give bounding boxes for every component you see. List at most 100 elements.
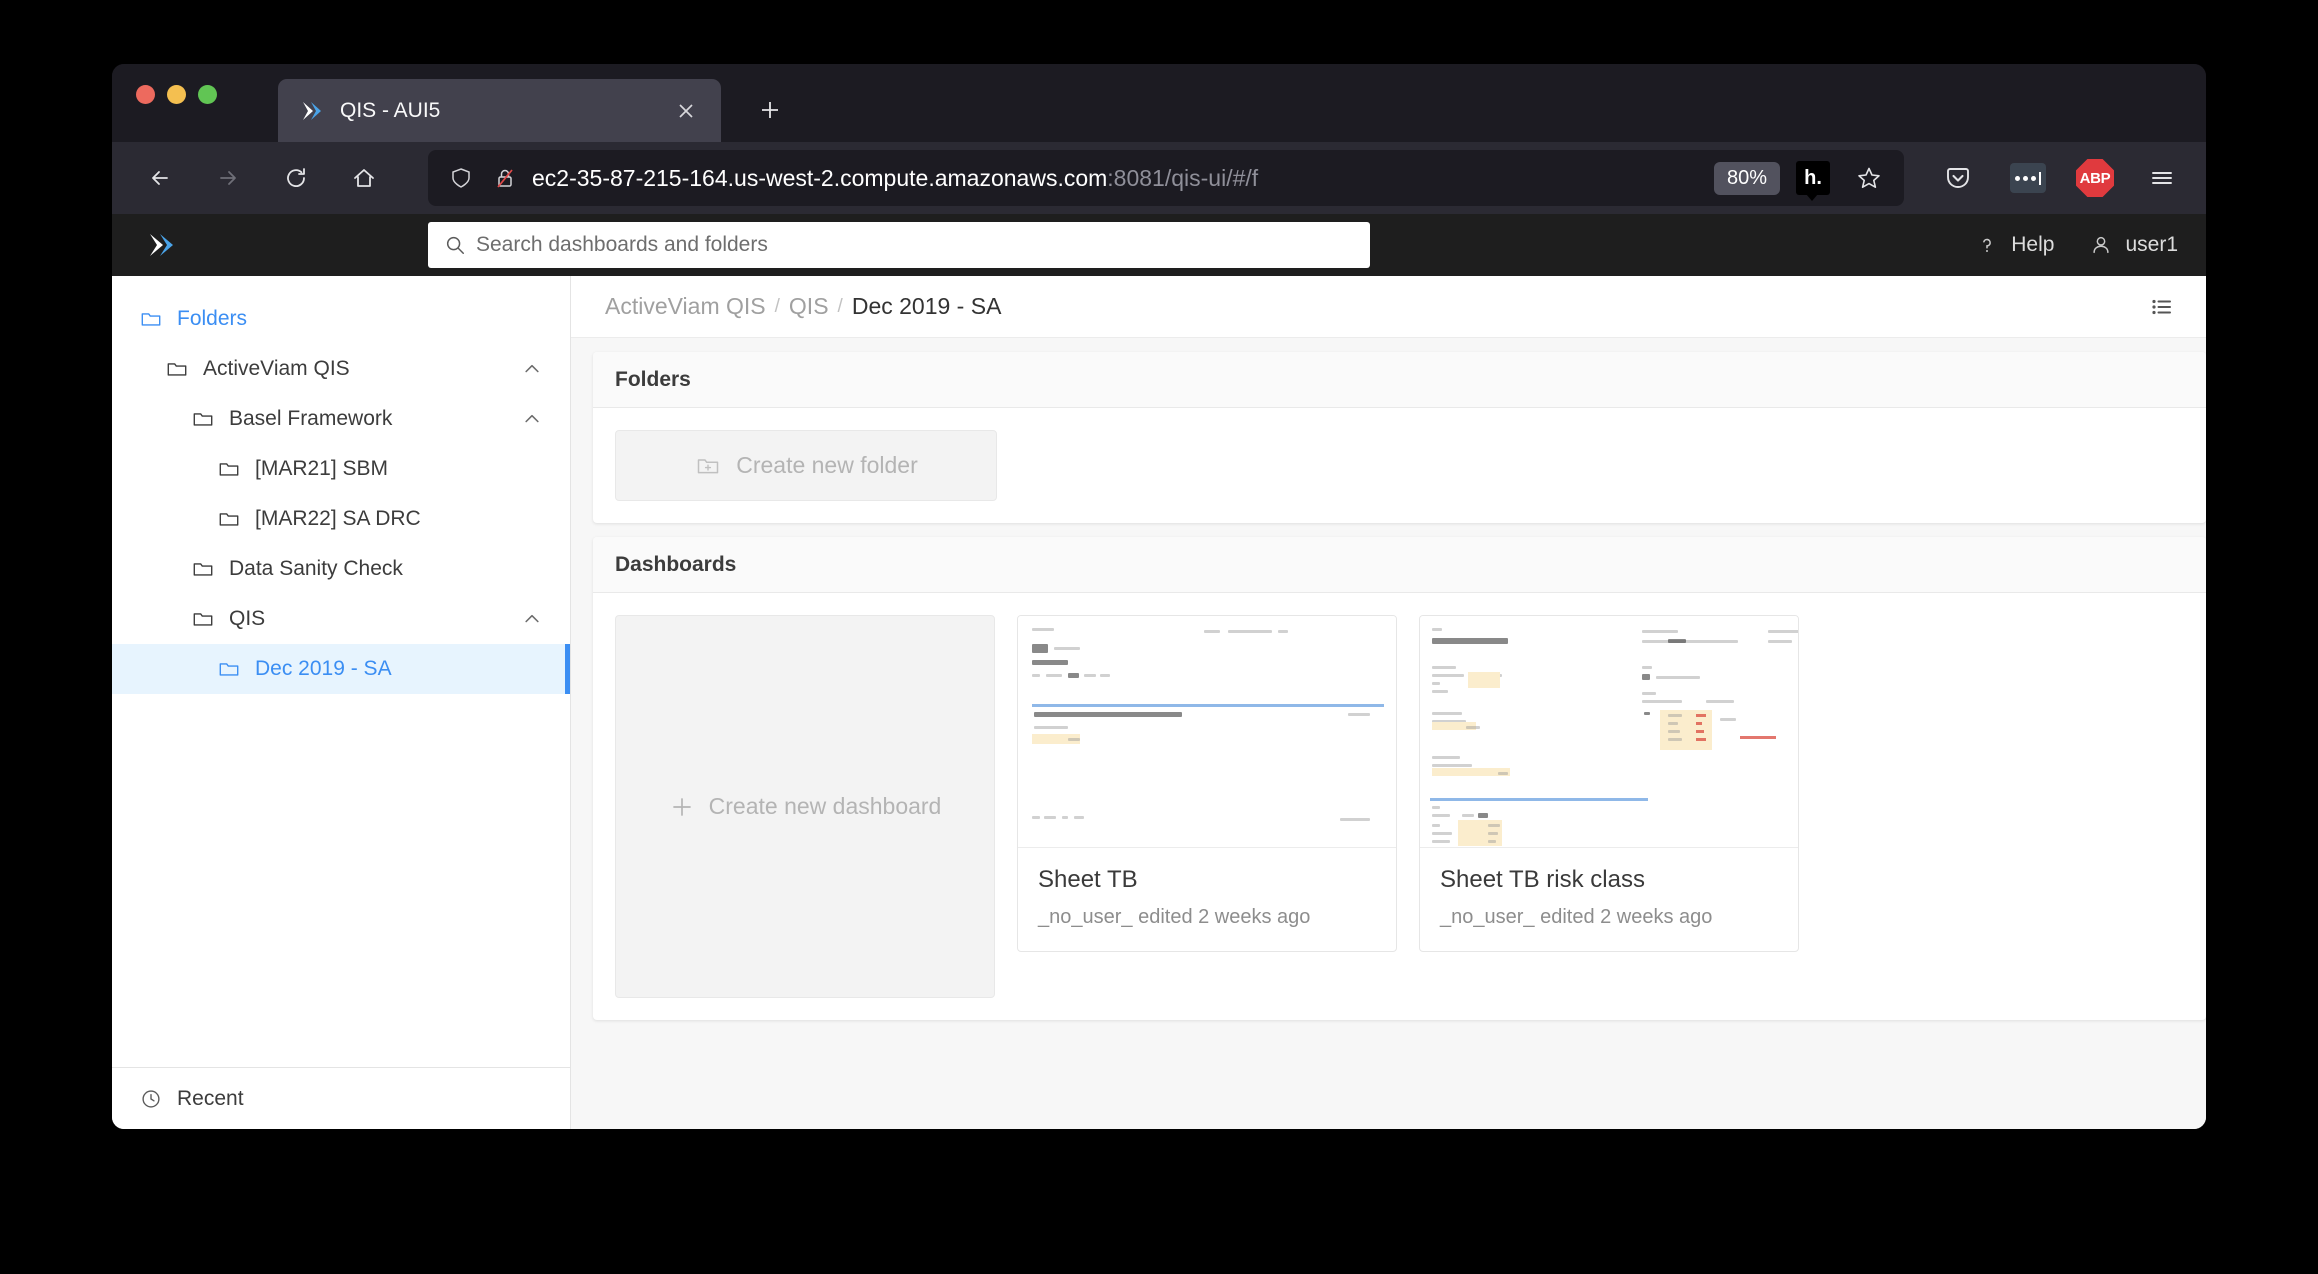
maximize-window-button[interactable] (198, 84, 217, 104)
shield-icon[interactable] (444, 161, 478, 195)
lock-crossed-icon[interactable] (488, 161, 522, 195)
folder-icon (138, 306, 164, 332)
folders-panel-title: Folders (593, 352, 2206, 408)
search-input[interactable] (476, 233, 1356, 257)
sidebar-item-label: [MAR22] SA DRC (255, 507, 421, 530)
dashboard-card-title: Sheet TB (1038, 866, 1138, 893)
new-tab-button[interactable] (749, 89, 791, 131)
create-new-folder-label: Create new folder (736, 452, 918, 478)
adblock-plus-icon[interactable]: ABP (2076, 159, 2114, 197)
breadcrumb-item: Dec 2019 - SA (851, 293, 1002, 319)
sidebar-item-folders-root[interactable]: Folders (112, 294, 570, 344)
forward-arrow-icon[interactable] (202, 152, 254, 204)
sidebar-item-label: [MAR21] SBM (255, 457, 389, 480)
question-mark-icon (1974, 232, 2000, 258)
dashboard-card-meta: Sheet TB risk class _no_user_ edited 2 w… (1420, 848, 1798, 951)
url-host: ec2-35-87-215-164.us-west-2.compute.amaz… (532, 164, 1108, 191)
search-icon (442, 232, 468, 258)
user-menu[interactable]: user1 (2088, 232, 2178, 258)
main-content: ActiveViam QIS / QIS / Dec 2019 - SA Folders (571, 276, 2206, 1129)
folder-icon (164, 356, 190, 382)
sidebar-item-label: ActiveViam QIS (203, 357, 350, 380)
chevron-up-icon[interactable] (520, 357, 544, 381)
dashboards-panel-body: Create new dashboard Sheet TB _no_user_ … (593, 593, 2206, 1020)
pocket-icon[interactable] (1936, 156, 1980, 200)
back-arrow-icon[interactable] (134, 152, 186, 204)
dashboard-thumbnail (1420, 616, 1798, 848)
browser-window: QIS - AUI5 ec2-35-87-215-164.us-west-2.c… (112, 64, 2206, 1129)
breadcrumb-item[interactable]: ActiveViam QIS (605, 293, 766, 320)
folder-icon (190, 556, 216, 582)
sidebar-item-label: Folders (177, 307, 248, 330)
dashboard-card[interactable]: Sheet TB _no_user_ edited 2 weeks ago (1017, 615, 1397, 952)
breadcrumb-separator: / (837, 295, 843, 317)
sidebar-item-dec-2019-sa[interactable]: Dec 2019 - SA (112, 644, 570, 694)
sidebar-item-label: QIS (229, 607, 266, 630)
breadcrumb-item[interactable]: QIS (789, 293, 829, 320)
dots-extension-icon[interactable] (2006, 156, 2050, 200)
breadcrumb: ActiveViam QIS / QIS / Dec 2019 - SA (605, 293, 1001, 320)
person-icon (2088, 232, 2114, 258)
url-path: :8081/qis-ui/#/f (1107, 164, 1259, 191)
hamburger-menu-icon[interactable] (2140, 156, 2184, 200)
reload-icon[interactable] (270, 152, 322, 204)
chevron-up-icon[interactable] (520, 607, 544, 631)
help-label: Help (2011, 233, 2055, 256)
sidebar-item-data-sanity-check[interactable]: Data Sanity Check (112, 544, 570, 594)
browser-toolbar-right: ABP (1918, 156, 2184, 200)
sidebar-item-label: Basel Framework (229, 407, 393, 430)
dashboard-card-meta: Sheet TB _no_user_ edited 2 weeks ago (1018, 848, 1396, 951)
folder-icon (216, 456, 242, 482)
search-box[interactable] (428, 222, 1370, 268)
dashboard-card[interactable]: Sheet TB risk class _no_user_ edited 2 w… (1419, 615, 1799, 952)
sidebar: Folders ActiveViam QIS Basel Framework [MA… (112, 276, 571, 1129)
help-button[interactable]: Help (1974, 232, 2054, 258)
sidebar-item-activeviam-qis[interactable]: ActiveViam QIS (112, 344, 570, 394)
folder-tree: Folders ActiveViam QIS Basel Framework [MA… (112, 276, 570, 1067)
hypothesis-extension-icon[interactable]: h. (1796, 161, 1830, 201)
user-label: user1 (2125, 233, 2178, 256)
tab-title: QIS - AUI5 (340, 98, 441, 122)
sidebar-item-label: Data Sanity Check (229, 557, 403, 580)
url-bar[interactable]: ec2-35-87-215-164.us-west-2.compute.amaz… (428, 150, 1904, 206)
sidebar-item-basel-framework[interactable]: Basel Framework (112, 394, 570, 444)
home-icon[interactable] (338, 152, 390, 204)
star-icon[interactable] (1850, 159, 1888, 197)
content-scroll-area: Folders Create new folder Dashboards Cre… (571, 338, 2206, 1129)
window-traffic-lights (136, 64, 217, 142)
chevron-up-icon[interactable] (520, 407, 544, 431)
dashboard-thumbnail (1018, 616, 1396, 848)
application-header: Help user1 (112, 214, 2206, 276)
activeviam-logo-icon (300, 98, 326, 124)
sidebar-recent-item[interactable]: Recent (112, 1067, 570, 1129)
sidebar-item-label: Dec 2019 - SA (255, 657, 392, 680)
sidebar-item-mar22-sa-drc[interactable]: [MAR22] SA DRC (112, 494, 570, 544)
sidebar-recent-label: Recent (177, 1086, 244, 1110)
folder-icon (190, 406, 216, 432)
zoom-level-badge[interactable]: 80% (1713, 161, 1780, 195)
sidebar-item-mar21-sbm[interactable]: [MAR21] SBM (112, 444, 570, 494)
sidebar-item-qis[interactable]: QIS (112, 594, 570, 644)
header-right-actions: Help user1 (1974, 232, 2178, 258)
close-window-button[interactable] (136, 84, 155, 104)
folders-panel-body: Create new folder (593, 408, 2206, 523)
plus-icon (669, 794, 695, 820)
folder-icon (216, 506, 242, 532)
dashboards-panel: Dashboards Create new dashboard Sheet TB… (593, 537, 2206, 1020)
breadcrumb-separator: / (774, 295, 780, 317)
dashboard-card-subtitle: _no_user_ edited 2 weeks ago (1038, 906, 1311, 928)
create-new-folder-button[interactable]: Create new folder (615, 430, 997, 501)
list-view-icon[interactable] (2144, 289, 2180, 325)
create-new-dashboard-button[interactable]: Create new dashboard (615, 615, 995, 998)
dashboard-grid: Create new dashboard Sheet TB _no_user_ … (615, 615, 2184, 998)
folder-icon (216, 656, 242, 682)
folder-icon (190, 606, 216, 632)
activeviam-logo-icon[interactable] (146, 226, 184, 264)
browser-tab[interactable]: QIS - AUI5 (278, 79, 721, 142)
clock-icon (138, 1086, 164, 1112)
minimize-window-button[interactable] (167, 84, 186, 104)
folders-panel: Folders Create new folder (593, 352, 2206, 523)
browser-navigation-bar: ec2-35-87-215-164.us-west-2.compute.amaz… (112, 142, 2206, 214)
url-text[interactable]: ec2-35-87-215-164.us-west-2.compute.amaz… (532, 165, 1704, 192)
close-tab-button[interactable] (669, 94, 703, 128)
